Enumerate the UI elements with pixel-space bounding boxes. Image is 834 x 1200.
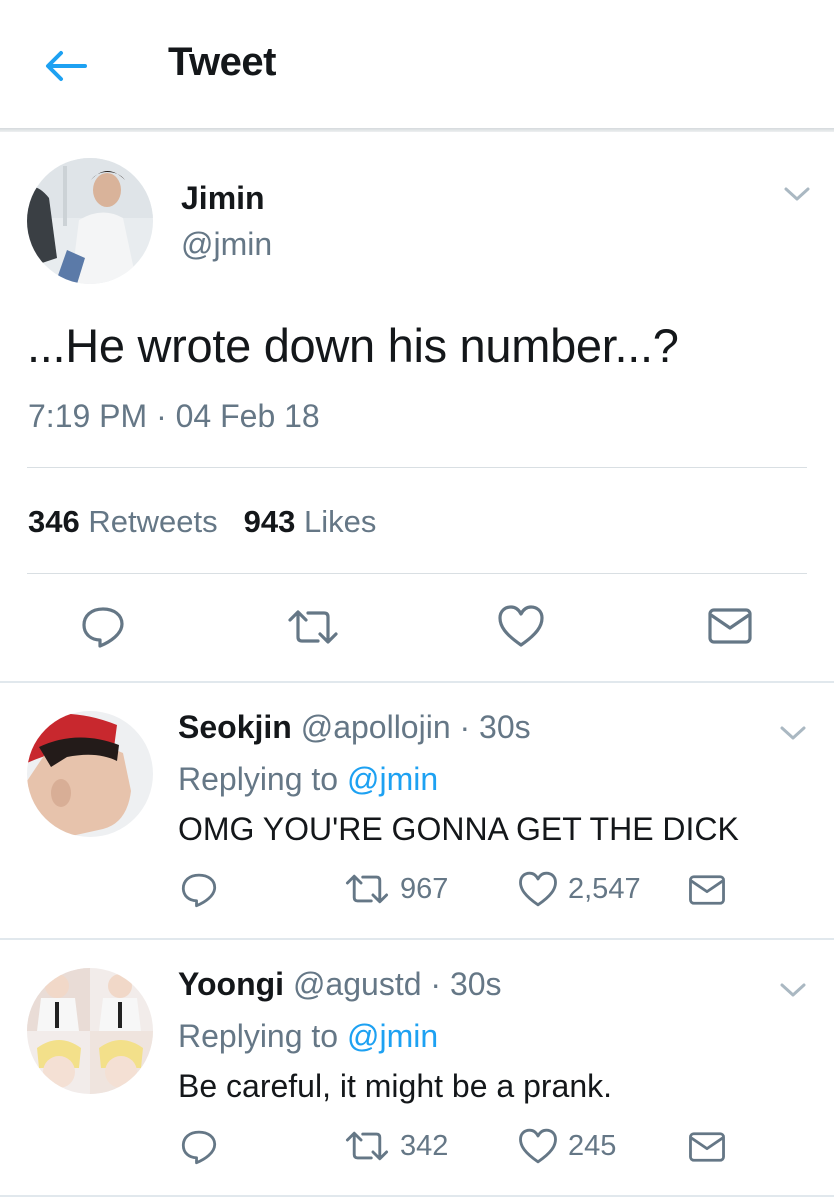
divider [27,467,807,468]
mention-link[interactable]: @jmin [347,761,438,797]
separator [0,1195,834,1197]
tweet-timestamp[interactable]: 7:19 PM · 04 Feb 18 [28,398,320,435]
reply-button[interactable] [180,1128,218,1166]
reply-button[interactable] [180,871,218,909]
retweet-icon [288,610,338,644]
reply-author-handle[interactable]: @agustd [293,966,422,1002]
replying-prefix: Replying to [178,1018,339,1054]
mail-icon [708,608,752,644]
reply-button[interactable] [80,604,126,650]
share-button[interactable] [688,873,726,907]
retweet-button[interactable]: 967 [344,871,448,907]
share-button[interactable] [688,1130,726,1164]
chevron-down-icon [780,983,806,997]
heart-icon [519,1128,557,1164]
retweets-stat[interactable]: 346 Retweets [28,504,218,539]
page-title: Tweet [168,40,276,84]
like-count: 245 [568,1129,617,1162]
reply-text: Be careful, it might be a prank. [178,1068,612,1104]
author-name[interactable]: Jimin [181,180,265,217]
mail-icon [689,875,725,905]
replying-prefix: Replying to [178,761,339,797]
avatar-photo [27,968,153,1094]
tweet-stats: 346 Retweets 943 Likes [28,504,376,540]
retweets-label: Retweets [88,504,218,539]
heart-icon [519,871,557,907]
tweet-menu-button[interactable] [778,978,808,1002]
heart-icon [498,605,544,647]
main-tweet: Jimin @jmin ...He wrote down his number.… [0,132,834,680]
chevron-down-icon [780,726,806,740]
avatar-photo [27,158,153,284]
retweet-button[interactable] [286,606,340,648]
retweet-icon [345,1131,389,1161]
share-button[interactable] [707,606,753,646]
reply-time: · 30s [459,709,531,745]
reply-time: · 30s [430,966,502,1002]
avatar[interactable] [27,968,153,1094]
replying-to: Replying to @jmin [178,761,438,798]
reply-text: OMG YOU'RE GONNA GET THE DICK [178,811,739,847]
like-button[interactable]: 245 [518,1127,616,1165]
reply-author-name[interactable]: Yoongi [178,966,284,1002]
avatar[interactable] [27,158,153,284]
divider [27,573,807,574]
reply-icon [181,873,217,908]
reply-tweet[interactable]: Seokjin @apollojin · 30s Replying to @jm… [0,683,834,938]
reply-header: Yoongi @agustd · 30s [178,966,502,1003]
author-handle[interactable]: @jmin [181,226,272,263]
chevron-down-icon [784,187,810,201]
mail-icon [689,1132,725,1162]
tweet-text: ...He wrote down his number...? [27,319,679,372]
avatar-photo [27,711,153,837]
like-button[interactable] [497,604,545,648]
retweet-count: 342 [400,1129,449,1162]
reply-icon [82,607,124,648]
like-button[interactable]: 2,547 [518,870,641,908]
arrow-left-icon [46,51,87,81]
retweet-count: 967 [400,872,449,905]
tweet-menu-button[interactable] [778,721,808,745]
top-bar: Tweet [0,0,834,130]
reply-header: Seokjin @apollojin · 30s [178,709,531,746]
reply-author-name[interactable]: Seokjin [178,709,292,745]
like-count: 2,547 [568,872,641,905]
avatar[interactable] [27,711,153,837]
retweets-count: 346 [28,504,80,539]
reply-author-handle[interactable]: @apollojin [301,709,451,745]
likes-stat[interactable]: 943 Likes [244,504,377,539]
retweet-button[interactable]: 342 [344,1128,448,1164]
tweet-menu-button[interactable] [782,182,812,206]
reply-tweet[interactable]: Yoongi @agustd · 30s Replying to @jmin B… [0,940,834,1195]
replying-to: Replying to @jmin [178,1018,438,1055]
retweet-icon [345,874,389,904]
reply-icon [181,1130,217,1165]
back-button[interactable] [40,46,90,86]
mention-link[interactable]: @jmin [347,1018,438,1054]
likes-count: 943 [243,504,296,539]
likes-label: Likes [303,504,377,539]
